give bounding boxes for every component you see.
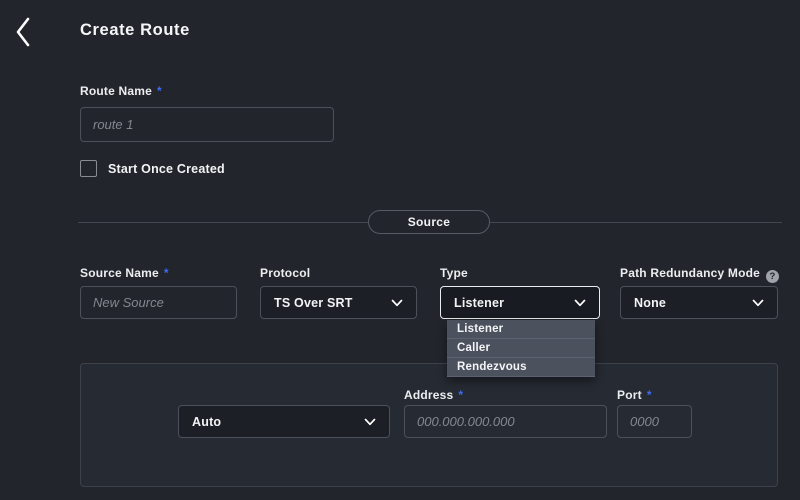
source-name-input[interactable] — [80, 286, 237, 319]
create-route-page: { "page": { "title": "Create Route" }, "… — [0, 0, 800, 500]
required-asterisk: * — [164, 266, 169, 280]
chevron-down-icon — [364, 418, 376, 426]
address-input[interactable] — [404, 405, 607, 438]
question-circle-icon[interactable]: ? — [766, 270, 779, 283]
network-interface-select[interactable]: Auto — [178, 405, 390, 438]
source-name-label: Source Name* — [80, 266, 169, 280]
protocol-select-value: TS Over SRT — [274, 296, 353, 310]
protocol-label: Protocol — [260, 266, 310, 280]
network-interface-select-value: Auto — [192, 415, 221, 429]
back-button[interactable] — [8, 12, 38, 52]
chevron-down-icon — [574, 299, 586, 307]
page-title: Create Route — [80, 21, 190, 40]
type-select[interactable]: Listener — [440, 286, 600, 319]
source-section-badge: Source — [368, 210, 490, 234]
protocol-select[interactable]: TS Over SRT — [260, 286, 417, 319]
path-redundancy-mode-label: Path Redundancy Mode? — [620, 266, 779, 283]
port-input[interactable] — [617, 405, 692, 438]
type-select-dropdown-menu: Listener Caller Rendezvous — [447, 320, 595, 377]
address-label: Address* — [404, 388, 463, 402]
start-once-created-label: Start Once Created — [108, 162, 225, 176]
start-once-created-checkbox-row[interactable]: Start Once Created — [80, 160, 225, 177]
type-label: Type — [440, 266, 468, 280]
required-asterisk: * — [647, 388, 652, 402]
path-redundancy-mode-select[interactable]: None — [620, 286, 778, 319]
chevron-left-icon — [13, 16, 33, 48]
chevron-down-icon — [752, 299, 764, 307]
type-option-listener[interactable]: Listener — [447, 320, 595, 339]
chevron-down-icon — [391, 299, 403, 307]
required-asterisk: * — [157, 84, 162, 98]
type-option-rendezvous[interactable]: Rendezvous — [447, 358, 595, 377]
type-select-value: Listener — [454, 296, 504, 310]
start-once-created-checkbox[interactable] — [80, 160, 97, 177]
route-name-label: Route Name* — [80, 84, 162, 98]
route-name-input[interactable] — [80, 107, 334, 142]
required-asterisk: * — [458, 388, 463, 402]
path-redundancy-mode-select-value: None — [634, 296, 666, 310]
type-option-caller[interactable]: Caller — [447, 339, 595, 358]
port-label: Port* — [617, 388, 652, 402]
